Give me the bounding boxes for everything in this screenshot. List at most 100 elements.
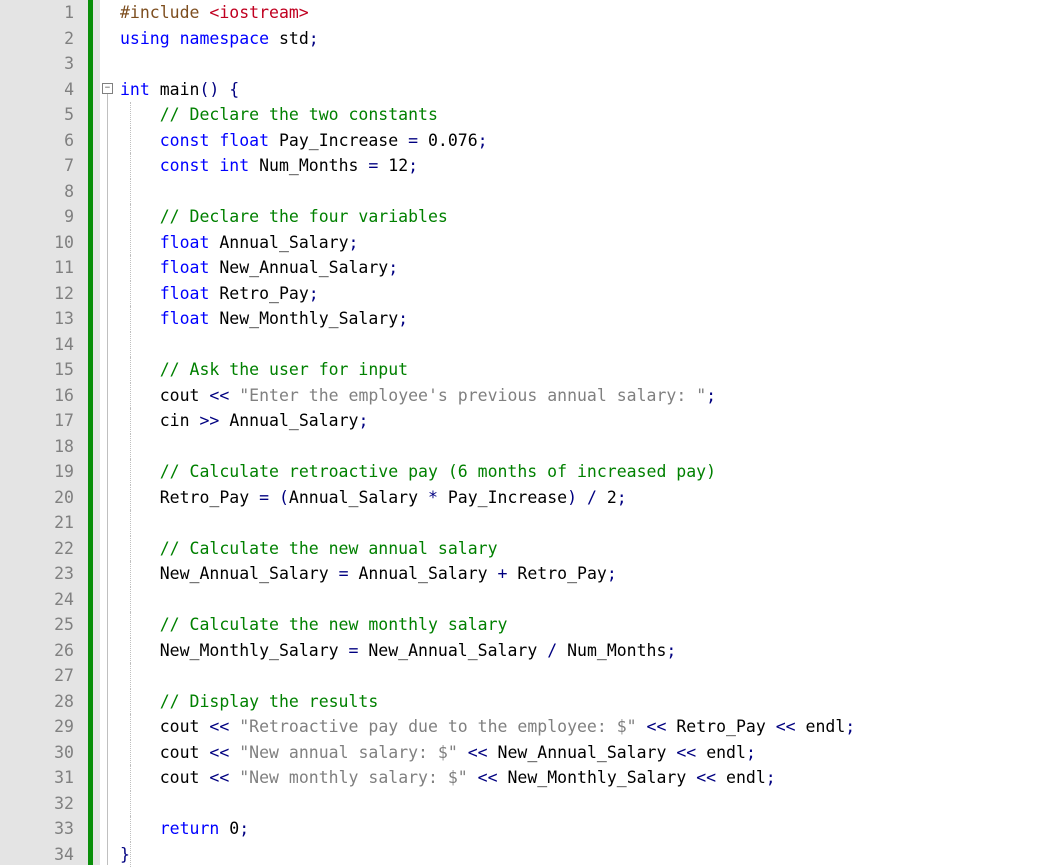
token-cm: // Ask the user for input — [160, 360, 408, 379]
token-name: cout — [160, 743, 200, 762]
line-number: 33 — [0, 816, 74, 842]
code-line[interactable]: // Calculate the new annual salary — [120, 536, 1062, 562]
code-line[interactable]: cout << "Retroactive pay due to the empl… — [120, 714, 1062, 740]
code-line[interactable]: float New_Annual_Salary; — [120, 255, 1062, 281]
code-line[interactable] — [120, 179, 1062, 205]
token-str: "Retroactive pay due to the employee: $" — [239, 717, 636, 736]
code-line[interactable]: float Retro_Pay; — [120, 281, 1062, 307]
code-line[interactable]: using namespace std; — [120, 26, 1062, 52]
token-name: New_Annual_Salary — [498, 743, 667, 762]
code-line[interactable]: cout << "Enter the employee's previous a… — [120, 383, 1062, 409]
code-line[interactable]: return 0; — [120, 816, 1062, 842]
code-line[interactable]: } — [120, 842, 1062, 867]
code-area[interactable]: #include <iostream>using namespace std; i… — [116, 0, 1062, 865]
token-op: = — [339, 641, 369, 660]
token-name: std — [279, 29, 309, 48]
token-op: * — [418, 488, 448, 507]
code-line[interactable]: // Ask the user for input — [120, 357, 1062, 383]
token-name: Retro_Pay — [676, 717, 765, 736]
token-name: New_Annual_Salary — [219, 258, 388, 277]
token-name: Annual_Salary — [358, 564, 487, 583]
token-kw: float — [160, 284, 220, 303]
code-line[interactable]: cout << "New annual salary: $" << New_An… — [120, 740, 1062, 766]
line-number: 4 — [0, 77, 74, 103]
token-name: New_Monthly_Salary — [507, 768, 686, 787]
code-line[interactable]: cin >> Annual_Salary; — [120, 408, 1062, 434]
code-line[interactable]: const int Num_Months = 12; — [120, 153, 1062, 179]
code-line[interactable] — [120, 663, 1062, 689]
code-line[interactable] — [120, 587, 1062, 613]
token-name: cout — [160, 768, 200, 787]
code-line[interactable]: int main() { — [120, 77, 1062, 103]
line-number: 22 — [0, 536, 74, 562]
token-kw: float — [160, 309, 220, 328]
token-op: } — [120, 845, 130, 864]
fold-column: − — [100, 0, 116, 865]
line-number: 9 — [0, 204, 74, 230]
code-line[interactable]: // Declare the four variables — [120, 204, 1062, 230]
token-cm: // Declare the two constants — [160, 105, 438, 124]
line-number: 24 — [0, 587, 74, 613]
code-line[interactable] — [120, 332, 1062, 358]
line-number: 10 — [0, 230, 74, 256]
code-line[interactable]: float Annual_Salary; — [120, 230, 1062, 256]
token-fn: main — [160, 80, 200, 99]
token-kw: namespace — [180, 29, 279, 48]
code-line[interactable]: // Display the results — [120, 689, 1062, 715]
change-margin — [88, 0, 100, 865]
line-number: 14 — [0, 332, 74, 358]
modified-bar — [88, 0, 93, 865]
token-op: << — [666, 743, 706, 762]
code-line[interactable] — [120, 510, 1062, 536]
line-number: 21 — [0, 510, 74, 536]
code-line[interactable]: New_Annual_Salary = Annual_Salary + Retr… — [120, 561, 1062, 587]
code-line[interactable] — [120, 791, 1062, 817]
line-number: 29 — [0, 714, 74, 740]
code-line[interactable]: // Declare the two constants — [120, 102, 1062, 128]
line-number: 34 — [0, 842, 74, 867]
token-pp: #include — [120, 3, 209, 22]
code-line[interactable]: Retro_Pay = (Annual_Salary * Pay_Increas… — [120, 485, 1062, 511]
code-line[interactable]: float New_Monthly_Salary; — [120, 306, 1062, 332]
token-op: ; — [607, 564, 617, 583]
fold-line — [107, 94, 108, 865]
code-line[interactable] — [120, 434, 1062, 460]
line-number: 15 — [0, 357, 74, 383]
line-number: 18 — [0, 434, 74, 460]
token-name: cout — [160, 717, 200, 736]
code-line[interactable]: cout << "New monthly salary: $" << New_M… — [120, 765, 1062, 791]
token-op: << — [200, 768, 240, 787]
token-name: cin — [160, 411, 190, 430]
code-line[interactable] — [120, 51, 1062, 77]
token-cm: // Display the results — [160, 692, 379, 711]
token-op: >> — [190, 411, 230, 430]
token-op: << — [637, 717, 677, 736]
code-line[interactable]: const float Pay_Increase = 0.076; — [120, 128, 1062, 154]
token-name: New_Annual_Salary — [368, 641, 537, 660]
line-number: 17 — [0, 408, 74, 434]
token-name: Annual_Salary — [289, 488, 418, 507]
code-line[interactable]: #include <iostream> — [120, 0, 1062, 26]
token-op: + — [488, 564, 518, 583]
token-name: Pay_Increase — [448, 488, 567, 507]
line-number: 27 — [0, 663, 74, 689]
fold-toggle[interactable]: − — [102, 83, 113, 94]
token-kw: int — [219, 156, 259, 175]
line-number: 6 — [0, 128, 74, 154]
token-num: 2 — [607, 488, 617, 507]
token-op: ; — [408, 156, 418, 175]
line-number: 31 — [0, 765, 74, 791]
line-number: 13 — [0, 306, 74, 332]
token-kw: float — [219, 131, 279, 150]
token-op: ; — [617, 488, 627, 507]
code-line[interactable]: New_Monthly_Salary = New_Annual_Salary /… — [120, 638, 1062, 664]
token-str: "New annual salary: $" — [239, 743, 458, 762]
line-number: 8 — [0, 179, 74, 205]
line-number: 16 — [0, 383, 74, 409]
token-op: ; — [766, 768, 776, 787]
line-number: 25 — [0, 612, 74, 638]
token-op: ; — [309, 29, 319, 48]
code-line[interactable]: // Calculate retroactive pay (6 months o… — [120, 459, 1062, 485]
code-line[interactable]: // Calculate the new monthly salary — [120, 612, 1062, 638]
token-num: 0 — [229, 819, 239, 838]
